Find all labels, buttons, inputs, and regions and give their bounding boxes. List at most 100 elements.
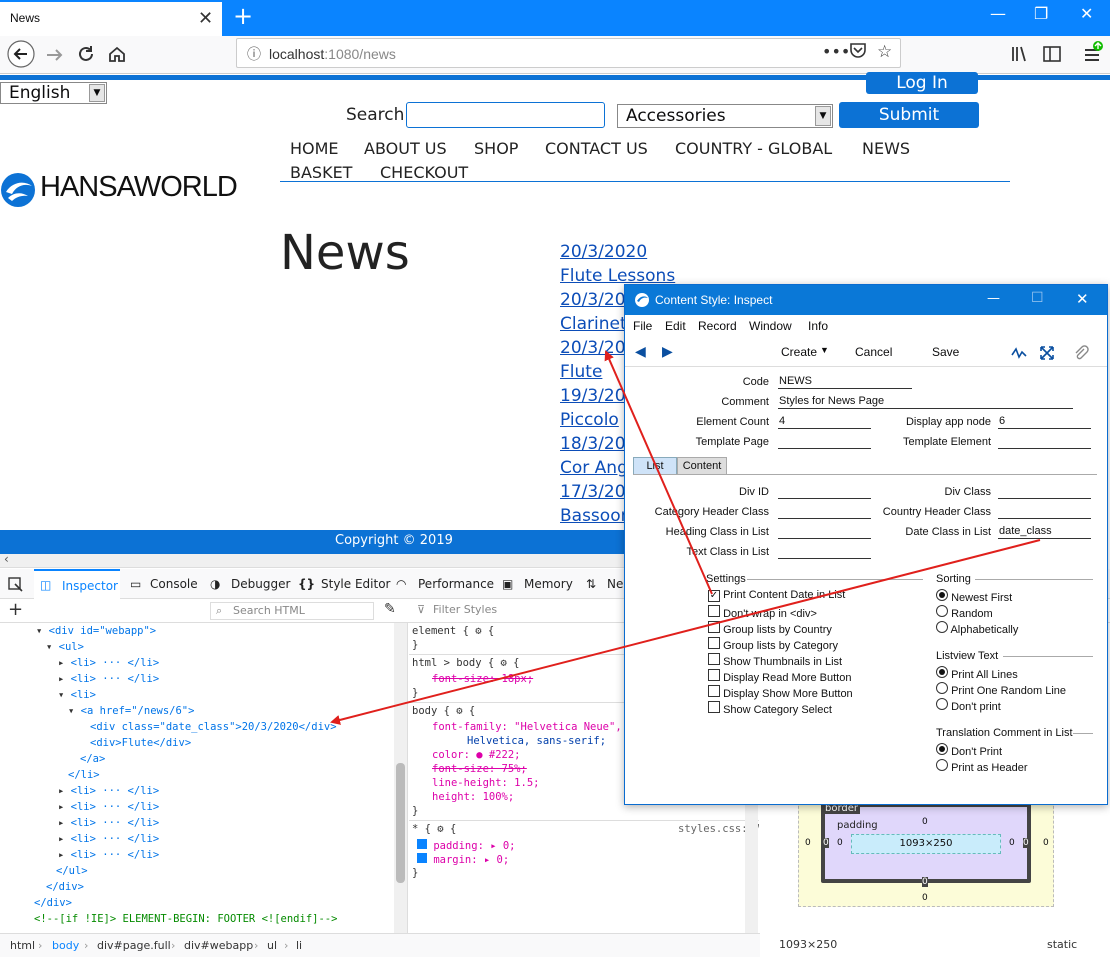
tab-performance[interactable]: Performance	[418, 577, 494, 591]
tab-network[interactable]: Ne	[607, 577, 623, 591]
rule-selector[interactable]: * { ⚙ {	[412, 823, 456, 835]
news-date-link[interactable]: 18/3/20	[560, 434, 626, 454]
code-field[interactable]: NEWS	[778, 375, 912, 389]
close-window-icon[interactable]: ✕	[1080, 4, 1093, 23]
close-tab-icon[interactable]: ✕	[198, 8, 213, 29]
checkbox[interactable]	[708, 621, 720, 633]
rule-selector[interactable]: body { ⚙ {	[412, 705, 475, 717]
cancel-button[interactable]: Cancel	[855, 345, 892, 359]
menu-window[interactable]: Window	[749, 319, 792, 333]
radio-row[interactable]: Alphabetically	[936, 621, 1018, 636]
radio-selected[interactable]	[936, 743, 948, 755]
tab-style-editor[interactable]: Style Editor	[321, 577, 390, 591]
html-line[interactable]: ▸ <li> ··· </li>	[58, 817, 159, 829]
margin-bottom-value[interactable]: 0	[922, 893, 928, 903]
attachment-icon[interactable]	[1073, 345, 1089, 361]
create-button[interactable]: Create	[781, 345, 817, 359]
checkbox-icon[interactable]	[417, 839, 427, 849]
margin-left-value[interactable]: 0	[805, 838, 811, 848]
checkbox[interactable]	[708, 669, 720, 681]
breadcrumb-item[interactable]: div#webapp	[184, 939, 253, 952]
previous-record-icon[interactable]: ◀	[635, 343, 646, 360]
devtools-splitter[interactable]: ‹	[0, 552, 625, 568]
rule-property[interactable]: height: 100%;	[432, 791, 514, 803]
news-date-link[interactable]: 20/3/20	[560, 338, 626, 358]
chevron-left-icon[interactable]: ‹	[4, 552, 9, 566]
close-window-icon[interactable]: ✕	[1076, 290, 1089, 308]
radio-row[interactable]: Don't print	[936, 698, 1001, 713]
breadcrumb-item[interactable]: html	[10, 939, 35, 952]
template-element-field[interactable]	[998, 435, 1091, 449]
minimize-window-icon[interactable]: —	[987, 291, 1000, 306]
language-select[interactable]: English ▼	[0, 82, 107, 104]
html-line[interactable]: ▸ <li> ··· </li>	[58, 785, 159, 797]
html-line[interactable]: </ul>	[56, 865, 88, 877]
radio-selected[interactable]	[936, 666, 948, 678]
html-line[interactable]: ▸ <li> ··· </li>	[58, 673, 159, 685]
text-class-field[interactable]	[778, 545, 871, 559]
tab-content[interactable]: Content	[677, 457, 727, 475]
box-content[interactable]: 1093×250	[851, 834, 1001, 854]
news-title-link[interactable]: Piccolo	[560, 410, 619, 430]
checkbox-checked[interactable]: ✓	[708, 590, 720, 602]
markup-scrollbar[interactable]	[394, 623, 407, 933]
nav-checkout[interactable]: CHECKOUT	[380, 163, 468, 182]
rule-property[interactable]: font-family: "Helvetica Neue", V	[432, 721, 634, 733]
html-line[interactable]: ▸ <li> ··· </li>	[58, 833, 159, 845]
reload-icon[interactable]	[76, 44, 96, 64]
nav-about-us[interactable]: ABOUT US	[364, 139, 447, 158]
url-bar[interactable]: ⓘ localhost:1080/news ••• ☆	[236, 38, 901, 68]
next-record-icon[interactable]: ▶	[662, 343, 673, 360]
padding-right-value[interactable]: 0	[1009, 838, 1015, 848]
breadcrumb-item[interactable]: body	[52, 939, 79, 952]
tab-debugger[interactable]: Debugger	[231, 577, 290, 591]
news-title-link[interactable]: Flute Lessons	[560, 266, 675, 286]
maximize-window-icon[interactable]: ☐	[1031, 290, 1044, 306]
breadcrumb-item[interactable]: div#page.full	[97, 939, 171, 952]
radio-row[interactable]: Print as Header	[936, 759, 1028, 774]
radio[interactable]	[936, 682, 948, 694]
checkbox[interactable]	[708, 653, 720, 665]
nav-news[interactable]: NEWS	[862, 139, 910, 158]
html-line-date-class[interactable]: <div class="date_class">20/3/2020</div>	[90, 721, 337, 733]
restore-window-icon[interactable]: ❐	[1034, 4, 1048, 23]
info-icon[interactable]: ⓘ	[247, 44, 261, 64]
border-right-value[interactable]: 0	[1023, 838, 1029, 848]
rule-property[interactable]: font-size: 18px;	[432, 673, 533, 685]
checkbox[interactable]	[708, 685, 720, 697]
new-tab-button[interactable]: +	[233, 2, 253, 30]
news-title-link[interactable]: Bassoon	[560, 506, 631, 526]
border-bottom-value[interactable]: 0	[922, 877, 928, 887]
checkbox-row[interactable]: Show Category Select	[708, 701, 832, 716]
news-title-link[interactable]: Cor Ang	[560, 458, 628, 478]
html-line[interactable]: ▸ <li> ··· </li>	[58, 657, 159, 669]
radio-row[interactable]: Print All Lines	[936, 666, 1018, 681]
save-button[interactable]: Save	[932, 345, 959, 359]
news-title-link[interactable]: Clarinet	[560, 314, 627, 334]
html-line[interactable]: ▾ <li>	[58, 689, 96, 701]
html-line[interactable]: ▸ <li> ··· </li>	[58, 849, 159, 861]
minimize-window-icon[interactable]: —	[990, 4, 1006, 23]
checkbox[interactable]	[708, 637, 720, 649]
url-text[interactable]: localhost:1080/news	[269, 46, 396, 62]
eyedropper-icon[interactable]: ✎	[384, 601, 396, 617]
back-button-icon[interactable]	[6, 39, 36, 69]
checkbox[interactable]	[708, 605, 720, 617]
radio-row[interactable]: Print One Random Line	[936, 682, 1066, 697]
activity-icon[interactable]	[1011, 345, 1027, 361]
rule-property[interactable]: line-height: 1.5;	[432, 777, 539, 789]
html-line[interactable]: </div>	[46, 881, 84, 893]
scrollbar-thumb[interactable]	[396, 763, 405, 883]
checkbox-row[interactable]: Display Show More Button	[708, 685, 853, 700]
html-line[interactable]: ▸ <li> ··· </li>	[58, 801, 159, 813]
checkbox[interactable]	[708, 701, 720, 713]
border-left-value[interactable]: 0	[823, 838, 829, 848]
nav-contact-us[interactable]: CONTACT US	[545, 139, 648, 158]
html-line[interactable]: </div>	[34, 897, 72, 909]
checkbox-row[interactable]: Group lists by Category	[708, 637, 838, 652]
checkbox-row[interactable]: ✓ Print Content Date in List	[708, 589, 845, 602]
rule-property[interactable]: Helvetica, sans-serif;	[467, 735, 606, 747]
breadcrumb-item[interactable]: ul	[267, 939, 277, 952]
pocket-icon[interactable]	[849, 41, 867, 59]
rule-selector[interactable]: html > body { ⚙ {	[412, 657, 519, 669]
